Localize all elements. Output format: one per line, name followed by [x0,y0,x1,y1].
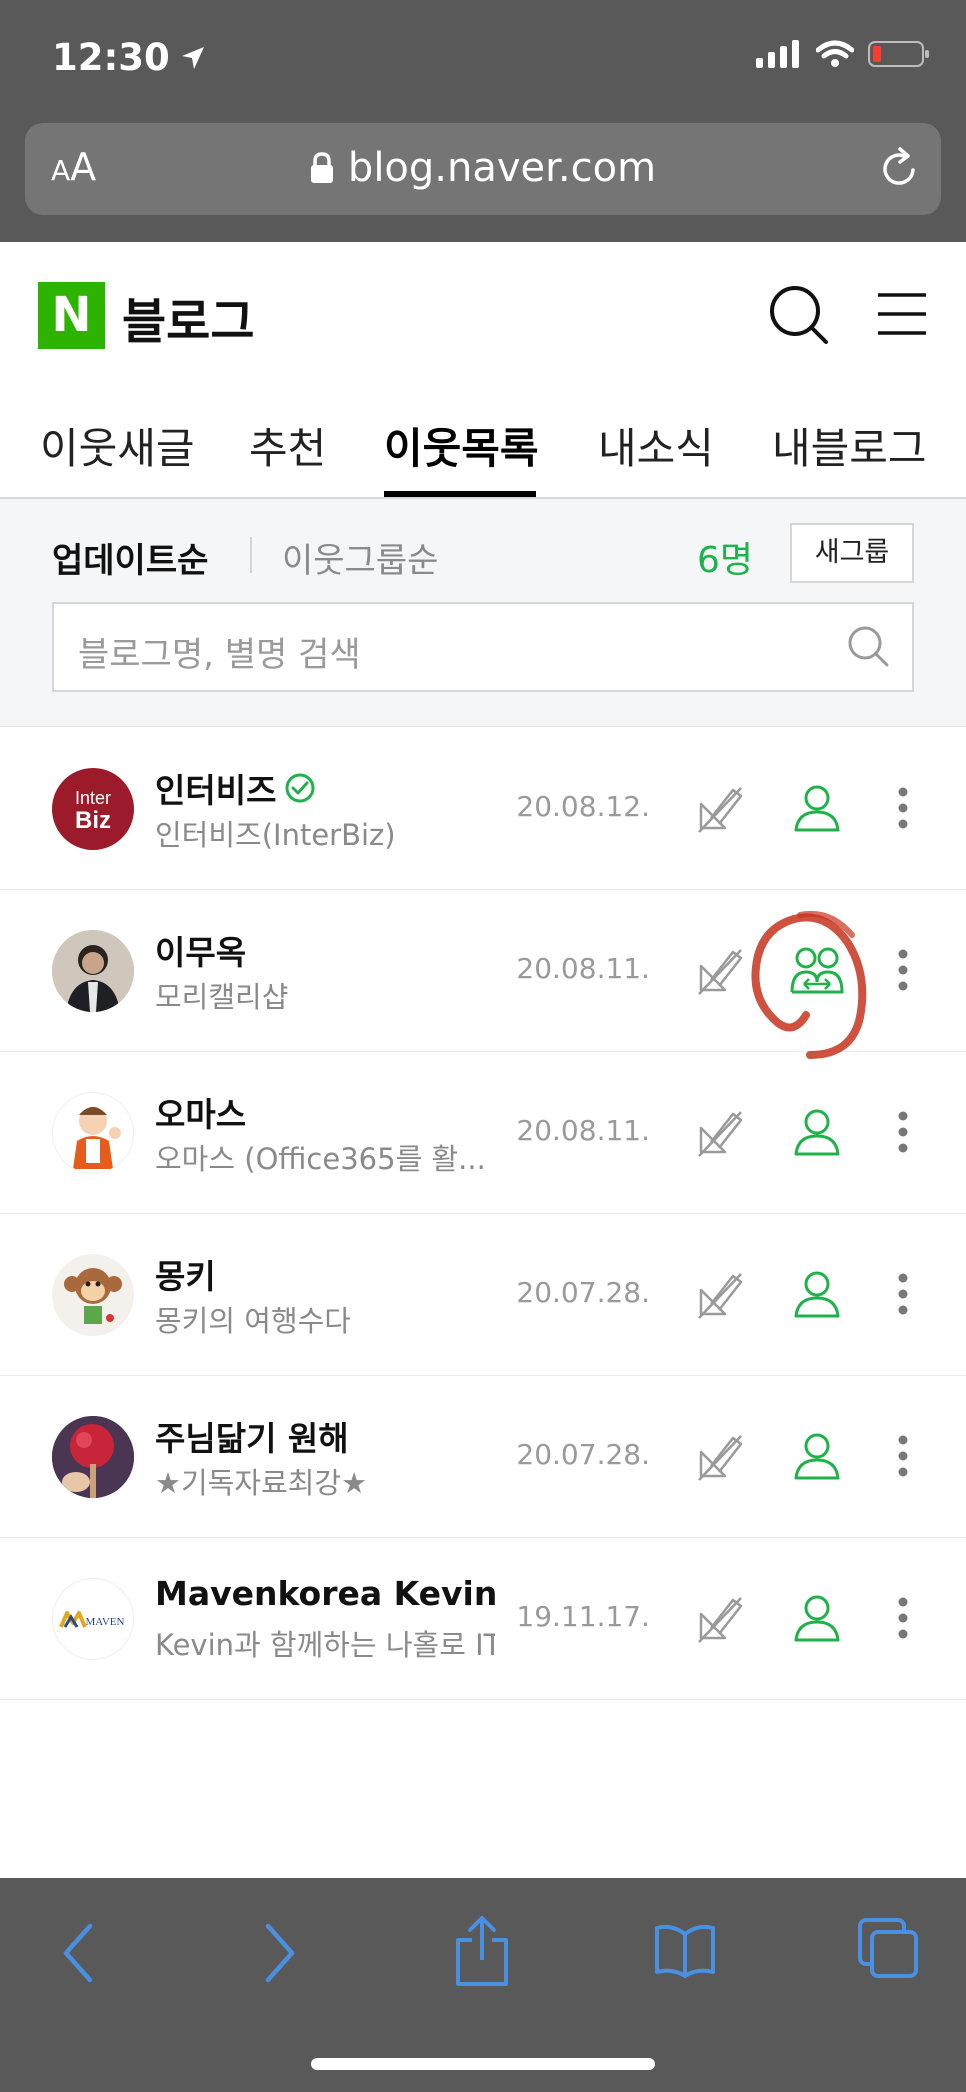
neighbor-blog-name: Kevin과 함께하는 나홀로 IT [155,1628,495,1662]
status-time-text: 12:30 [52,36,170,79]
interbiz-avatar-image: Inter Biz [75,788,111,834]
update-date: 20.08.11. [516,952,650,985]
neighbor-count: 6명 [697,540,754,581]
sort-by-group[interactable]: 이웃그룹순 [282,533,438,582]
location-arrow-icon [181,46,204,69]
search-icon[interactable] [846,624,890,668]
update-date: 19.11.17. [516,1600,650,1633]
svg-text:Biz: Biz [75,807,111,834]
update-date: 20.08.11. [516,1114,650,1147]
more-options-icon[interactable] [896,786,910,830]
neighbor-icon[interactable] [792,1106,842,1158]
neighbor-row[interactable]: 오마스 오마스 (Office365를 활... 20.08.11. [0,1052,966,1214]
url-display[interactable]: blog.naver.com [25,145,941,191]
bookmarks-icon[interactable] [654,1922,716,1978]
neighbor-name[interactable]: Mavenkorea Kevin [155,1574,497,1613]
neighbor-row[interactable]: Inter Biz 인터비즈 인터비즈(InterBiz) 20.08.12. [0,728,966,890]
tab-neighbor-list[interactable]: 이웃목록 [384,415,539,476]
lock-icon [310,152,333,183]
avatar[interactable] [52,930,134,1012]
sort-divider [250,537,252,573]
naver-logo[interactable]: N [38,282,105,349]
tab-neighbor-posts[interactable]: 이웃새글 [40,415,195,476]
share-icon[interactable] [452,1914,512,1988]
write-disabled-icon[interactable] [695,782,745,834]
svg-text:Inter: Inter [75,788,111,808]
write-disabled-icon[interactable] [695,1106,745,1158]
update-date: 20.07.28. [516,1438,650,1471]
neighbor-name[interactable]: 인터비즈 [155,764,316,812]
home-indicator[interactable] [311,2058,655,2070]
more-options-icon[interactable] [896,948,910,992]
neighbor-row[interactable]: 몽키 몽키의 여행수다 20.07.28. [0,1214,966,1376]
write-disabled-icon[interactable] [695,1268,745,1320]
neighbor-icon[interactable] [792,1430,842,1482]
url-text: blog.naver.com [347,145,657,191]
more-options-icon[interactable] [896,1272,910,1316]
menu-icon[interactable] [876,292,928,336]
battery-icon [868,41,929,67]
neighbor-name[interactable]: 이무옥 [155,926,246,974]
filter-panel: 업데이트순 이웃그룹순 6명 새그룹 블로그명, 별명 검색 [0,499,966,727]
update-date: 20.07.28. [516,1276,650,1309]
svg-text:MAVEN: MAVEN [86,1616,125,1628]
avatar[interactable] [52,1416,134,1498]
status-indicators [756,40,930,68]
maven-logo-avatar: MAVEN [59,1611,125,1628]
tab-recommended[interactable]: 추천 [249,415,326,476]
neighbor-row[interactable]: 주님닮기 원해 ★기독자료최강★ 20.07.28. [0,1376,966,1538]
tab-my-blog[interactable]: 내블로그 [772,415,927,476]
neighbor-name[interactable]: 오마스 [155,1088,246,1136]
page-title[interactable]: 블로그 [122,282,254,352]
avatar[interactable]: MAVEN [52,1578,134,1660]
search-input[interactable]: 블로그명, 별명 검색 [52,602,914,692]
neighbor-row[interactable]: MAVEN Mavenkorea Kevin Kevin과 함께하는 나홀로 I… [0,1538,966,1700]
neighbor-icon[interactable] [792,1268,842,1320]
search-placeholder: 블로그명, 별명 검색 [78,635,361,675]
browser-top-bar: 12:30 AA blog.naver.com [0,0,966,242]
new-group-button[interactable]: 새그룹 [790,523,914,583]
wifi-icon [816,40,854,67]
person-photo-avatar [52,930,134,1012]
write-disabled-icon[interactable] [695,944,745,996]
update-date: 20.08.12. [516,790,650,823]
neighbor-icon[interactable] [792,782,842,834]
write-disabled-icon[interactable] [695,1430,745,1482]
address-bar[interactable]: AA blog.naver.com [25,123,941,215]
status-time: 12:30 [52,36,206,79]
reload-icon[interactable] [877,145,923,191]
verified-badge-icon [285,773,315,803]
neighbor-blog-name: 오마스 (Office365를 활... [155,1142,486,1176]
tabs-icon[interactable] [856,1916,920,1980]
tab-bar: 이웃새글 추천 이웃목록 내소식 내블로그 [0,387,966,499]
neighbor-name[interactable]: 몽키 [155,1250,216,1298]
search-icon[interactable] [768,284,830,346]
character-avatar [73,1107,121,1169]
red-circle-annotation [751,911,867,1059]
more-options-icon[interactable] [896,1434,910,1478]
more-options-icon[interactable] [896,1110,910,1154]
forward-icon[interactable] [260,1920,300,1986]
neighbor-blog-name: 모리캘리샵 [155,980,289,1014]
neighbor-blog-name: 몽키의 여행수다 [155,1304,351,1338]
neighbor-blog-name: ★기독자료최강★ [155,1466,368,1500]
back-icon[interactable] [58,1920,98,1986]
sort-by-update[interactable]: 업데이트순 [52,533,208,582]
monkey-avatar [64,1268,122,1324]
signal-icon [756,40,799,68]
avatar[interactable] [52,1092,134,1174]
more-options-icon[interactable] [896,1596,910,1640]
neighbor-icon[interactable] [792,1592,842,1644]
neighbor-name[interactable]: 주님닮기 원해 [155,1412,349,1460]
blog-header: N 블로그 [0,242,966,387]
write-disabled-icon[interactable] [695,1592,745,1644]
flower-photo-avatar [52,1416,134,1498]
avatar[interactable] [52,1254,134,1336]
neighbor-blog-name: 인터비즈(InterBiz) [155,818,396,852]
avatar[interactable]: Inter Biz [52,768,134,850]
tab-my-news[interactable]: 내소식 [598,415,714,476]
active-tab-indicator [384,491,536,497]
